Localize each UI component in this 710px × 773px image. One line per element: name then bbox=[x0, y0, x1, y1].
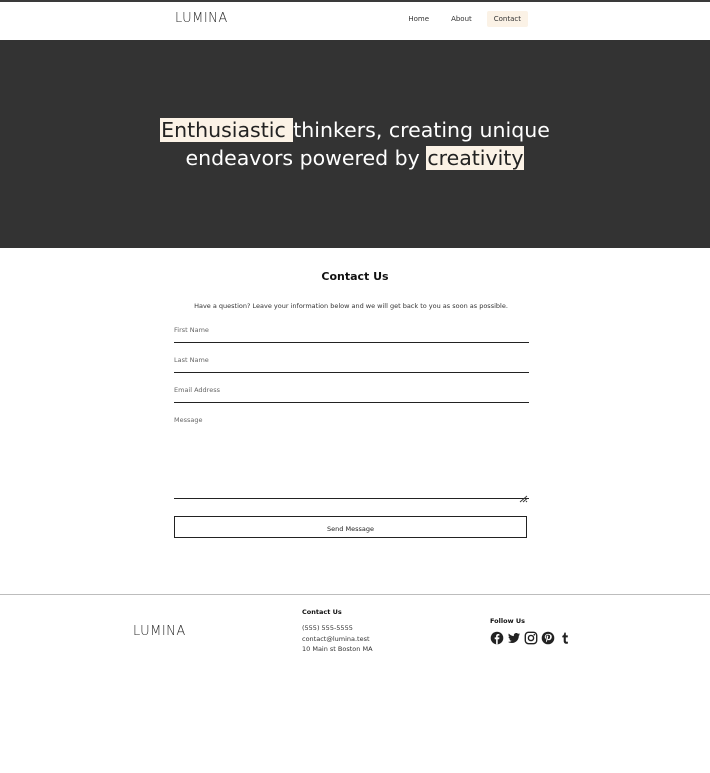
footer-follow: Follow Us bbox=[490, 617, 572, 645]
last-name-placeholder: Last Name bbox=[174, 356, 209, 364]
send-message-button[interactable]: Send Message bbox=[174, 516, 527, 538]
nav-home[interactable]: Home bbox=[401, 11, 436, 27]
footer-email[interactable]: contact@lumina.test bbox=[302, 634, 373, 645]
contact-intro: Have a question? Leave your information … bbox=[194, 302, 508, 310]
hero-highlight-2: creativity bbox=[426, 146, 525, 170]
first-name-placeholder: First Name bbox=[174, 326, 209, 334]
footer-contact: Contact Us (555) 555-5555 contact@lumina… bbox=[302, 608, 373, 655]
message-placeholder: Message bbox=[174, 416, 203, 424]
hero-text-2: endeavors powered by bbox=[185, 146, 427, 170]
email-field[interactable]: Email Address bbox=[174, 386, 529, 403]
footer-address: 10 Main st Boston MA bbox=[302, 645, 373, 653]
tumblr-icon[interactable] bbox=[558, 631, 572, 645]
main-nav: Home About Contact bbox=[401, 11, 528, 27]
footer-phone: (555) 555-5555 bbox=[302, 624, 353, 632]
first-name-field[interactable]: First Name bbox=[174, 326, 529, 343]
contact-title: Contact Us bbox=[321, 270, 389, 283]
message-field[interactable]: Message bbox=[174, 416, 529, 503]
social-links bbox=[490, 631, 572, 645]
instagram-icon[interactable] bbox=[524, 631, 538, 645]
hero-highlight-1: Enthusiastic bbox=[160, 118, 294, 142]
resize-handle-icon[interactable] bbox=[519, 488, 528, 503]
nav-contact[interactable]: Contact bbox=[486, 11, 528, 27]
hero-text-1: thinkers, creating unique bbox=[293, 118, 550, 142]
facebook-icon[interactable] bbox=[490, 631, 504, 645]
site-header: LUMINA Home About Contact bbox=[0, 2, 710, 40]
nav-about[interactable]: About bbox=[444, 11, 479, 27]
email-placeholder: Email Address bbox=[174, 386, 220, 394]
hero-heading: Enthusiastic thinkers, creating unique e… bbox=[0, 116, 710, 172]
footer-logo[interactable]: LUMINA bbox=[133, 624, 186, 639]
site-footer: LUMINA Contact Us (555) 555-5555 contact… bbox=[0, 594, 710, 773]
logo[interactable]: LUMINA bbox=[175, 11, 228, 26]
follow-title: Follow Us bbox=[490, 617, 525, 625]
pinterest-icon[interactable] bbox=[541, 631, 555, 645]
last-name-field[interactable]: Last Name bbox=[174, 356, 529, 373]
footer-contact-title: Contact Us bbox=[302, 608, 342, 616]
twitter-icon[interactable] bbox=[507, 631, 521, 645]
hero-banner: Enthusiastic thinkers, creating unique e… bbox=[0, 40, 710, 248]
